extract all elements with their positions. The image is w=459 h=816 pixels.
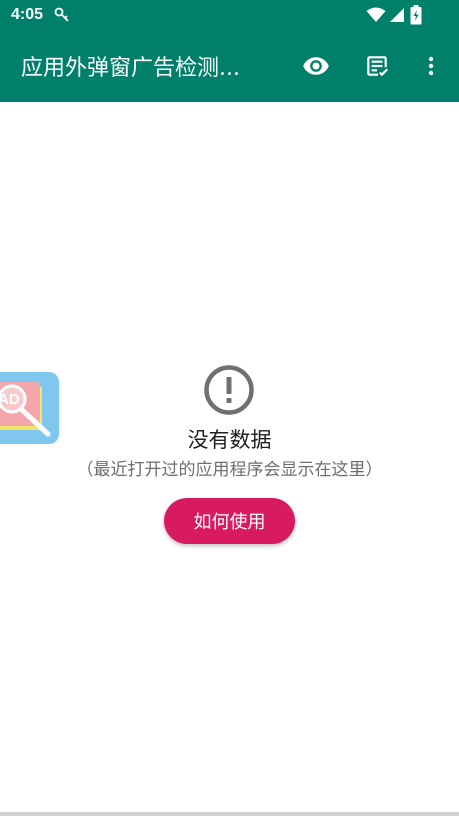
app-title: 应用外弹窗广告检测... [21,56,240,81]
checklist-icon [367,56,389,77]
alert-circle-icon [204,365,254,415]
empty-subtitle: （最近打开过的应用程序会显示在这里） [76,460,383,480]
key-icon [54,7,69,22]
ad-badge-text: AD [0,391,20,408]
checklist-button[interactable] [357,46,397,86]
screen: 4:05 应用外弹窗广告检测... 没有数据 （最近打开过的应用程序会显示在这里… [0,0,459,816]
status-bar: 4:05 [0,0,459,30]
battery-charging-icon [410,5,422,25]
navigation-bar [0,812,459,816]
app-bar: 应用外弹窗广告检测... [0,30,459,102]
how-to-use-button[interactable]: 如何使用 [164,498,295,544]
wifi-icon [366,7,386,22]
more-options-button[interactable] [411,46,451,86]
floating-ad-detector-icon[interactable]: AD [0,372,59,444]
more-vert-icon [428,56,434,76]
eye-icon [303,57,329,75]
status-time: 4:05 [11,6,44,23]
empty-title: 没有数据 [187,428,272,452]
signal-icon [390,8,404,22]
eye-button[interactable] [296,46,336,86]
empty-state: 没有数据 （最近打开过的应用程序会显示在这里） 如何使用 AD [0,102,459,814]
